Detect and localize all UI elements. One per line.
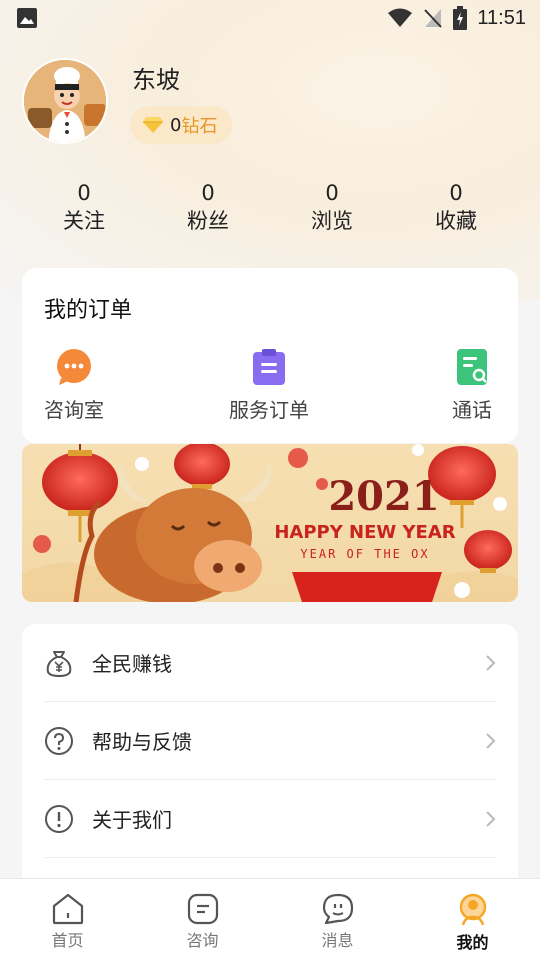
- order-service-orders[interactable]: 服务订单: [229, 348, 309, 423]
- clock-time: 11:51: [477, 6, 526, 29]
- diamond-balance-badge[interactable]: 0 钻石: [130, 106, 232, 144]
- banner-headline: HAPPY NEW YEAR: [274, 522, 455, 543]
- chevron-right-icon: [484, 810, 496, 828]
- header-background: [0, 0, 540, 300]
- tab-home[interactable]: 首页: [0, 879, 135, 960]
- diamond-count: 0: [170, 114, 182, 136]
- menu-item-label: 全民赚钱: [92, 652, 172, 676]
- bottom-tab-bar: 首页 咨询 消息 我的: [0, 878, 540, 960]
- stat-label: 粉丝: [187, 209, 229, 233]
- call-record-icon: [455, 348, 489, 386]
- username: 东坡: [132, 66, 180, 94]
- order-item-label: 通话: [452, 398, 492, 422]
- tab-label: 我的: [456, 933, 489, 952]
- banner-year: 2021: [328, 473, 439, 520]
- stat-value: 0: [77, 181, 91, 205]
- stat-views[interactable]: 0 浏览: [270, 180, 394, 240]
- home-icon: [51, 893, 85, 925]
- menu-item-earn-money[interactable]: 全民赚钱: [44, 624, 496, 702]
- consult-icon: [187, 893, 219, 925]
- orders-title: 我的订单: [44, 298, 133, 323]
- stat-fans[interactable]: 0 粉丝: [146, 180, 270, 240]
- stat-value: 0: [201, 181, 215, 205]
- chevron-right-icon: [484, 654, 496, 672]
- menu-item-label: 关于我们: [92, 808, 172, 832]
- stat-favorites[interactable]: 0 收藏: [394, 180, 518, 240]
- battery-charging-icon: [453, 6, 468, 30]
- order-item-label: 咨询室: [44, 398, 104, 422]
- banner-subline: YEAR OF THE OX: [300, 547, 429, 561]
- message-icon: [322, 893, 354, 925]
- tab-label: 咨询: [186, 931, 219, 950]
- stat-label: 收藏: [435, 209, 477, 233]
- tab-consult[interactable]: 咨询: [135, 879, 270, 960]
- menu-item-help-feedback[interactable]: 帮助与反馈: [44, 702, 496, 780]
- tab-mine[interactable]: 我的: [405, 879, 540, 960]
- stats-row: 0 关注 0 粉丝 0 浏览 0 收藏: [22, 180, 518, 240]
- stat-value: 0: [325, 181, 339, 205]
- stat-label: 浏览: [311, 209, 353, 233]
- menu-item-label: 帮助与反馈: [92, 730, 192, 754]
- stat-label: 关注: [63, 209, 105, 233]
- no-signal-icon: [423, 7, 443, 29]
- tab-label: 消息: [321, 931, 354, 950]
- money-bag-icon: [44, 648, 74, 678]
- order-item-label: 服务订单: [229, 398, 309, 422]
- wifi-icon: [387, 7, 413, 29]
- settings-menu-card: 全民赚钱 帮助与反馈 关于我们: [22, 624, 518, 894]
- status-bar: 11:51: [0, 0, 540, 36]
- new-year-banner[interactable]: 2021 HAPPY NEW YEAR YEAR OF THE OX: [22, 444, 518, 602]
- clipboard-icon: [250, 348, 288, 386]
- my-orders-card: 我的订单 咨询室 服务订单 通话: [22, 268, 518, 443]
- profile-header: 东坡 0 钻石: [22, 58, 522, 148]
- stat-value: 0: [449, 181, 463, 205]
- diamond-icon: [142, 116, 164, 134]
- tab-messages[interactable]: 消息: [270, 879, 405, 960]
- menu-item-about-us[interactable]: 关于我们: [44, 780, 496, 858]
- avatar[interactable]: [22, 58, 108, 144]
- profile-icon: [457, 893, 489, 927]
- chevron-right-icon: [484, 732, 496, 750]
- diamond-unit: 钻石: [181, 116, 218, 137]
- tab-label: 首页: [51, 931, 84, 950]
- chat-bubble-icon: [55, 348, 93, 386]
- order-calls[interactable]: 通话: [452, 348, 492, 423]
- order-consult-room[interactable]: 咨询室: [44, 348, 104, 423]
- gallery-notification-icon: [16, 7, 38, 29]
- info-icon: [44, 804, 74, 834]
- stat-following[interactable]: 0 关注: [22, 180, 146, 240]
- help-icon: [44, 726, 74, 756]
